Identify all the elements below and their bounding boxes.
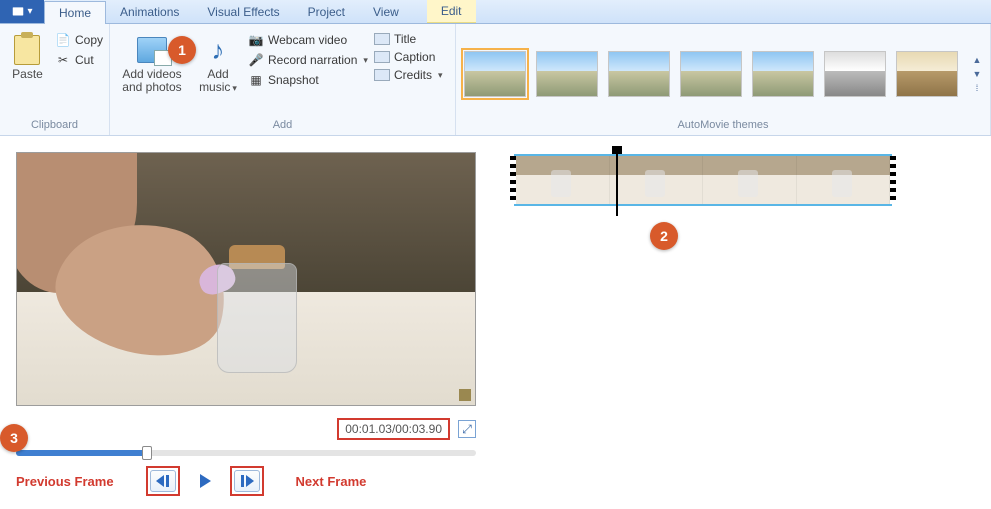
automovie-theme-5[interactable] [752,51,814,97]
copy-icon: 📄 [55,32,71,48]
previous-frame-button[interactable] [150,470,176,492]
seek-slider[interactable] [16,450,476,456]
snapshot-label: Snapshot [268,73,319,87]
gallery-up-icon[interactable]: ▲ [968,55,986,65]
annotation-badge-2: 2 [650,222,678,250]
cut-button[interactable]: ✂ Cut [55,52,103,68]
caption-label: Caption [394,50,435,64]
timeline-clip[interactable] [514,154,892,206]
title-label: Title [394,32,416,46]
webcam-label: Webcam video [268,33,347,47]
note-icon [459,389,471,401]
record-label: Record narration [268,53,357,67]
paste-label: Paste [12,68,43,81]
app-menu-button[interactable]: ▾ [0,0,44,23]
video-preview[interactable] [16,152,476,406]
tab-visual-effects[interactable]: Visual Effects [193,0,293,23]
add-videos-label-2: and photos [122,81,181,94]
add-videos-icon [136,34,168,66]
automovie-theme-1[interactable] [464,51,526,97]
automovie-theme-2[interactable] [536,51,598,97]
cut-label: Cut [75,53,94,67]
tab-project[interactable]: Project [294,0,359,23]
play-button[interactable] [190,470,220,492]
fullscreen-button[interactable]: ⤢ [458,420,476,438]
automovie-group-label: AutoMovie themes [456,117,990,135]
record-narration-button[interactable]: 🎤 Record narration [248,52,368,68]
step-back-icon [156,475,170,487]
mic-icon: 🎤 [248,52,264,68]
music-icon: ♪ [202,34,234,66]
clip-frame [797,156,891,204]
copy-button[interactable]: 📄 Copy [55,32,103,48]
cut-icon: ✂ [55,52,71,68]
snapshot-button[interactable]: ▦ Snapshot [248,72,368,88]
time-display: 00:01.03/00:03.90 [337,418,450,440]
tab-edit[interactable]: Edit [427,0,476,23]
gallery-down-icon[interactable]: ▼ [968,69,986,79]
gallery-more-icon[interactable]: ⁞ [968,83,986,93]
automovie-theme-4[interactable] [680,51,742,97]
next-frame-highlight [230,466,264,496]
clip-frame [516,156,610,204]
tab-animations[interactable]: Animations [106,0,193,23]
add-group-label: Add [110,117,455,135]
paste-icon [11,34,43,66]
title-button[interactable]: Title [374,32,444,46]
previous-frame-label: Previous Frame [16,474,114,489]
snapshot-icon: ▦ [248,72,264,88]
clipboard-group-label: Clipboard [0,117,109,135]
paste-button[interactable]: Paste [6,28,49,81]
caption-button[interactable]: Caption [374,50,444,64]
work-area: 00:01.03/00:03.90 ⤢ 3 Previous Frame [0,136,991,509]
next-frame-button[interactable] [234,470,260,492]
automovie-theme-6[interactable] [824,51,886,97]
menu-bar: ▾ Home Animations Visual Effects Project… [0,0,991,24]
play-icon [197,473,213,489]
credits-button[interactable]: Credits [374,68,444,82]
credits-label: Credits [394,68,432,82]
add-music-button[interactable]: ♪ Add music [194,28,242,95]
annotation-badge-3: 3 [0,424,28,452]
prev-frame-highlight [146,466,180,496]
credits-icon [374,69,390,81]
webcam-icon: 📷 [248,32,264,48]
automovie-theme-7[interactable] [896,51,958,97]
caption-icon [374,51,390,63]
gallery-scroll[interactable]: ▲ ▼ ⁞ [968,30,986,117]
copy-label: Copy [75,33,103,47]
next-frame-label: Next Frame [296,474,367,489]
automovie-theme-3[interactable] [608,51,670,97]
tab-view[interactable]: View [359,0,413,23]
add-music-label-2: music [199,81,237,95]
webcam-button[interactable]: 📷 Webcam video [248,32,368,48]
ribbon: Paste 📄 Copy ✂ Cut Clipboard 1 Add video… [0,24,991,136]
clip-frame [703,156,797,204]
annotation-badge-1: 1 [168,36,196,64]
clip-frame [610,156,704,204]
seek-thumb[interactable] [142,446,152,460]
timeline-playhead[interactable] [616,148,618,216]
step-forward-icon [240,475,254,487]
title-icon [374,33,390,45]
tab-home[interactable]: Home [44,1,106,24]
